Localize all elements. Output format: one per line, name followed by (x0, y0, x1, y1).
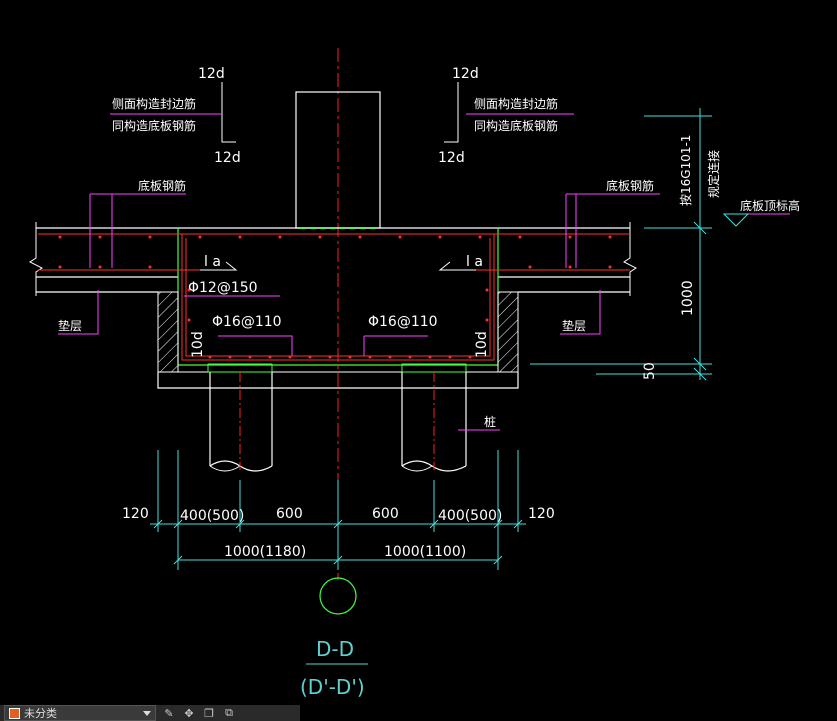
label-rebar-right: Φ16@110 (368, 314, 438, 330)
section-title-alt: (D'-D') (300, 675, 365, 699)
section-title-main: D-D (316, 637, 354, 661)
status-bar: 未分类 ✎ ✥ ❐ ⧉ (0, 705, 300, 721)
label-ten-d-left: 10d (190, 331, 206, 358)
label-bottom-rebar-right: 底板钢筋 (606, 178, 654, 193)
break-mark-right (623, 222, 637, 296)
pile-left (207, 363, 273, 472)
twelve-d-bottom-right: 12d (438, 150, 465, 166)
label-stirrup: Φ12@150 (188, 280, 258, 296)
layer-name: 未分类 (24, 707, 57, 720)
label-cushion-right: 垫层 (562, 318, 586, 333)
rebar-dots (58, 235, 612, 359)
cushion-hatch-left (157, 291, 179, 373)
rebars (38, 233, 630, 361)
dim-1000-right: 1000(1100) (384, 544, 466, 560)
label-side-seal-left: 侧面构造封边筋 (112, 96, 196, 111)
label-cushion-left: 垫层 (58, 318, 82, 333)
label-bottom-rebar-left: 底板钢筋 (138, 178, 186, 193)
dim-1000: 1000 (680, 280, 696, 316)
twelve-d-top-right: 12d (452, 66, 479, 82)
dim-120-left: 120 (122, 506, 149, 522)
axis-bubble (319, 577, 357, 615)
label-side-seal-right: 侧面构造封边筋 (474, 96, 558, 111)
label-la-right: l a (466, 254, 483, 270)
label-rebar-left: Φ16@110 (212, 314, 282, 330)
dim-120-right: 120 (528, 506, 555, 522)
section-drawing: 12d 12d 12d 12d 侧面构造封边筋 同构造底板钢筋 侧面构造封边筋 … (29, 48, 800, 699)
twelve-d-bottom-left: 12d (214, 150, 241, 166)
dim-600-left: 600 (276, 506, 303, 522)
label-ten-d-right: 10d (474, 331, 490, 358)
twelve-d-top-left: 12d (198, 66, 225, 82)
label-slab-top-elev: 底板顶标高 (740, 198, 800, 213)
dim-400-right: 400(500) (438, 508, 502, 524)
dim-1000-left: 1000(1180) (224, 544, 306, 560)
chevron-down-icon (143, 710, 151, 716)
dim-400-left: 400(500) (180, 508, 244, 524)
layer-icon[interactable]: ⧉ (222, 706, 236, 719)
break-mark-left (29, 222, 43, 296)
copy-icon[interactable]: ❐ (202, 707, 216, 720)
pile-right (401, 363, 467, 472)
move-icon[interactable]: ✥ (182, 707, 196, 720)
edit-icon[interactable]: ✎ (162, 707, 176, 720)
dim-50: 50 (642, 362, 658, 380)
elevation-marker (722, 213, 750, 227)
label-anchor-note: 按16G101-1 (679, 135, 693, 206)
label-bottom-construct-left: 同构造底板钢筋 (112, 118, 196, 133)
layer-dropdown[interactable]: 未分类 (4, 705, 156, 721)
label-bottom-construct-right: 同构造底板钢筋 (474, 118, 558, 133)
dim-600-right: 600 (372, 506, 399, 522)
label-pile: 桩 (484, 414, 496, 429)
label-la-left: l a (204, 254, 221, 270)
layer-color-swatch (9, 707, 20, 719)
bent-bar-left (221, 82, 236, 143)
cushion-hatch-right (497, 291, 519, 373)
bent-bar-right (444, 82, 459, 143)
label-anchor-note2: 规定连接 (706, 150, 721, 198)
